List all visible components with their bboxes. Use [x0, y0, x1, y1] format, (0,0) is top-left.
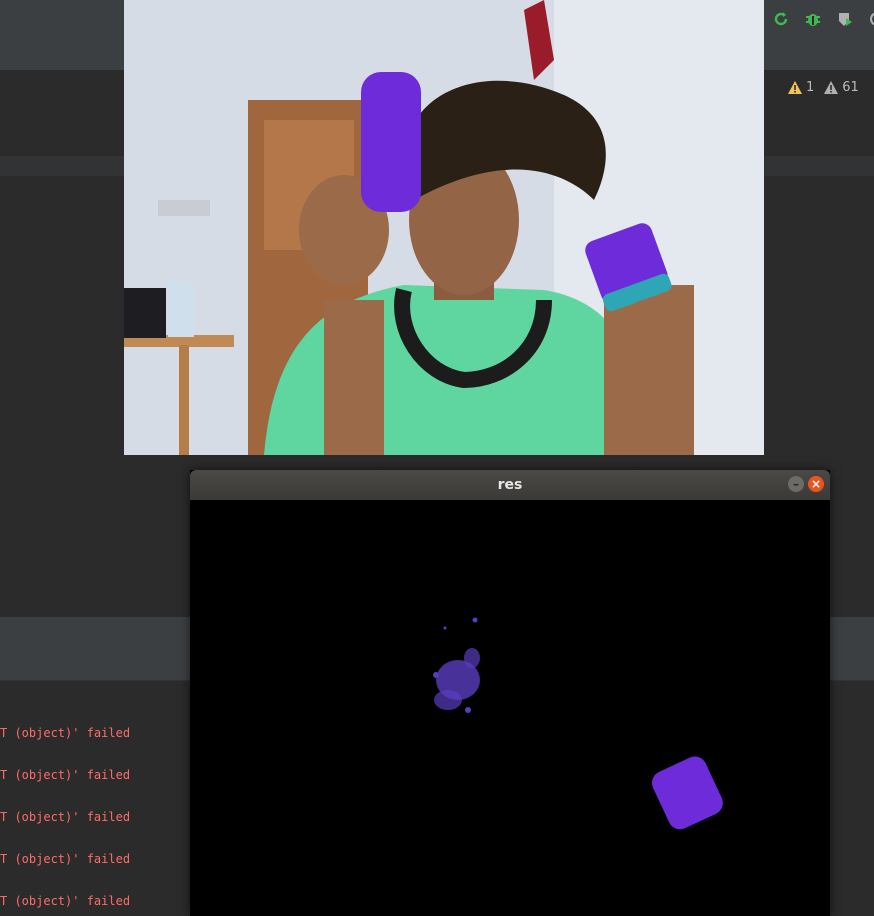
mask-result-image: [190, 500, 830, 916]
close-button[interactable]: ×: [808, 476, 824, 492]
weak-warning-count[interactable]: 61: [824, 80, 859, 95]
webcam-frame: [124, 0, 764, 455]
rerun-icon[interactable]: [770, 8, 792, 30]
console-error-line: T (object)' failed: [0, 768, 131, 782]
coverage-icon[interactable]: [834, 8, 856, 30]
warning-count-label: 1: [806, 80, 815, 95]
run-icon[interactable]: [866, 8, 874, 30]
inspection-widget[interactable]: 1 61: [788, 80, 859, 95]
console-error-line: T (object)' failed: [0, 852, 131, 866]
console-error-line: T (object)' failed: [0, 726, 131, 740]
minimize-button[interactable]: –: [788, 476, 804, 492]
webcam-image: [124, 0, 764, 455]
console-error-line: T (object)' failed: [0, 894, 131, 908]
res-window-titlebar[interactable]: res – ×: [190, 470, 830, 500]
warning-icon: [788, 81, 802, 94]
weak-warning-icon: [824, 81, 839, 94]
res-window-title: res: [497, 477, 523, 493]
weak-warning-count-label: 61: [842, 80, 859, 95]
console-error-line: T (object)' failed: [0, 810, 131, 824]
run-toolbar: [770, 8, 874, 30]
res-window[interactable]: res – ×: [190, 470, 830, 916]
debug-icon[interactable]: [802, 8, 824, 30]
warning-count[interactable]: 1: [788, 80, 814, 95]
